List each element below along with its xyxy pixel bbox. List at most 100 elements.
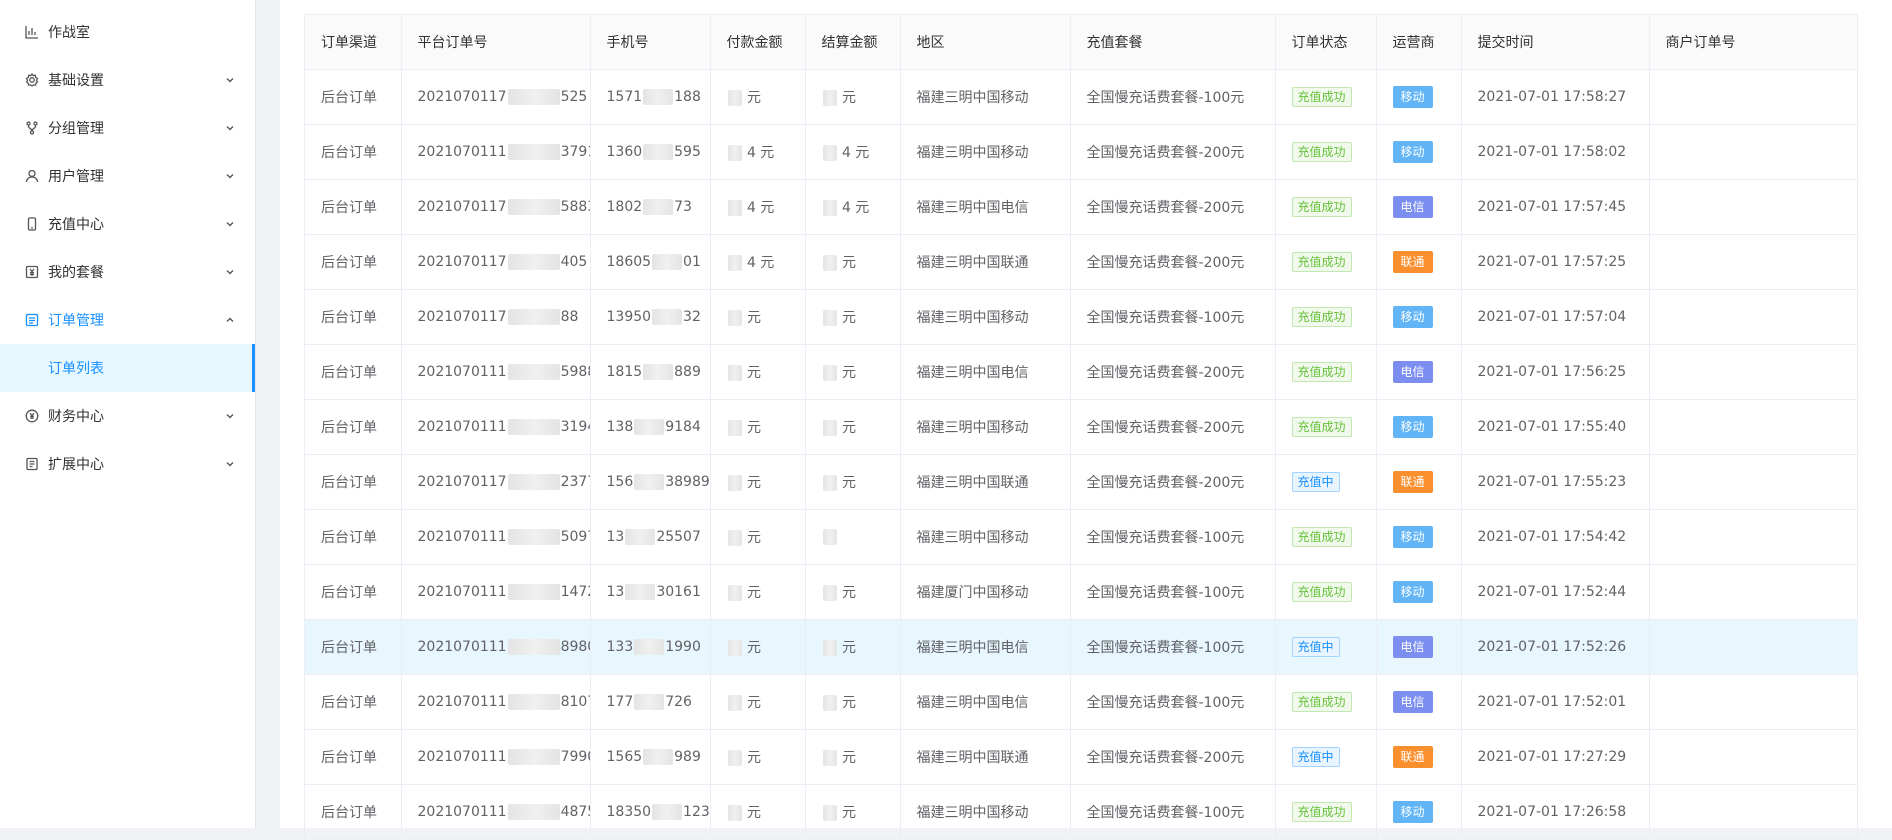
cell-region: 福建厦门中国移动 (900, 564, 1071, 620)
cell-pay-amount: 元 (710, 509, 806, 565)
channel-text: 后台订单 (321, 200, 377, 216)
sidebar-item-group-management[interactable]: 分组管理 (0, 104, 255, 152)
order-no-prefix: 2021070117 (417, 254, 507, 270)
cell-submit-time: 2021-07-01 17:57:25 (1461, 234, 1650, 290)
order-no-prefix: 2021070111 (417, 364, 507, 380)
table-row[interactable]: 后台订单 2021070117 58833 1802 73 4 元 4 元 福建三明中国电… (305, 179, 1857, 235)
sidebar-item-user-management[interactable]: 用户管理 (0, 152, 255, 200)
cell-operator: 移动 (1376, 399, 1462, 455)
table-row[interactable]: 后台订单 2021070111 4875 18350 123 元 元 福建三明中国移动 全国… (305, 784, 1857, 840)
redacted-mask (822, 255, 837, 271)
table-row[interactable]: 后台订单 2021070111 3791 1360 595 4 元 4 元 福建三明中国移… (305, 124, 1857, 180)
cell-settle-amount: 元 (805, 454, 901, 510)
cell-pay-amount: 元 (710, 784, 806, 840)
chevron-down-icon (225, 75, 235, 85)
operator-badge: 移动 (1392, 416, 1433, 438)
cell-settle-amount: 元 (805, 619, 901, 675)
redacted-mask (507, 584, 560, 600)
cell-region: 福建三明中国联通 (900, 729, 1071, 785)
submit-time-text: 2021-07-01 17:55:23 (1477, 474, 1627, 490)
plan-text: 全国慢充话费套餐-100元 (1086, 640, 1245, 656)
redacted-mask (507, 254, 560, 270)
region-text: 福建三明中国联通 (916, 750, 1029, 766)
cell-order-no: 2021070111 5097 (401, 509, 591, 565)
table-row[interactable]: 后台订单 2021070117 23771 156 38989 元 元 福建三明中国联通 全… (305, 454, 1857, 510)
user-icon (24, 168, 40, 184)
operator-badge: 移动 (1392, 801, 1433, 823)
column-header: 商户订单号 (1649, 15, 1857, 70)
cell-submit-time: 2021-07-01 17:57:45 (1461, 179, 1650, 235)
cell-status: 充值成功 (1275, 289, 1377, 345)
cell-channel: 后台订单 (305, 674, 402, 730)
order-no-prefix: 2021070111 (417, 694, 507, 710)
operator-badge: 电信 (1392, 361, 1433, 383)
pay-amount-suffix: 元 (742, 475, 761, 491)
cell-phone: 18350 123 (590, 784, 711, 840)
cell-pay-amount: 4 元 (710, 124, 806, 180)
cell-order-no: 2021070111 3194 (401, 399, 591, 455)
sidebar-item-label: 基础设置 (48, 73, 104, 89)
column-header: 提交时间 (1461, 15, 1650, 70)
sidebar-item-order-management[interactable]: 订单管理 (0, 296, 255, 344)
chevron-down-icon (225, 459, 235, 469)
cell-phone: 1802 73 (590, 179, 711, 235)
sidebar-item-war-room[interactable]: 作战室 (0, 8, 255, 56)
order-no-prefix: 2021070111 (417, 584, 507, 600)
order-no-suffix: 405 (560, 254, 588, 270)
operator-badge: 移动 (1392, 141, 1433, 163)
table-row[interactable]: 后台订单 2021070117 405 18605 01 4 元 元 福建三明中国联通 全国… (305, 234, 1857, 290)
cell-phone: 133 1990 (590, 619, 711, 675)
cell-plan: 全国慢充话费套餐-100元 (1070, 564, 1276, 620)
table-row[interactable]: 后台订单 2021070111 3194 138 9184 元 元 福建三明中国移动 全国慢… (305, 399, 1857, 455)
redacted-mask (507, 694, 560, 710)
cell-region: 福建三明中国移动 (900, 69, 1071, 125)
channel-text: 后台订单 (321, 310, 377, 326)
status-badge: 充值中 (1291, 472, 1340, 492)
sidebar-subitem-order-list[interactable]: 订单列表 (0, 344, 255, 392)
settle-amount-suffix: 元 (837, 310, 856, 326)
operator-badge: 电信 (1392, 196, 1433, 218)
settle-amount-suffix: 元 (837, 585, 856, 601)
sidebar-item-recharge-center[interactable]: 充值中心 (0, 200, 255, 248)
phone-suffix: 188 (674, 89, 701, 105)
phone-suffix: 595 (674, 144, 701, 160)
table-row[interactable]: 后台订单 2021070111 1472 13 30161 元 元 福建厦门中国移动 全国慢… (305, 564, 1857, 620)
chevron-down-icon (225, 267, 235, 277)
table-row[interactable]: 后台订单 2021070117 88 13950 32 元 元 福建三明中国移动 全国慢充话… (305, 289, 1857, 345)
sidebar-item-extension-center[interactable]: 扩展中心 (0, 440, 255, 488)
cell-region: 福建三明中国电信 (900, 674, 1071, 730)
pay-amount-suffix: 元 (742, 640, 761, 656)
channel-text: 后台订单 (321, 255, 377, 271)
table-row[interactable]: 后台订单 2021070111 5097 13 25507 元 福建三明中国移动 全国慢充… (305, 509, 1857, 565)
cell-channel: 后台订单 (305, 784, 402, 840)
cell-submit-time: 2021-07-01 17:57:04 (1461, 289, 1650, 345)
phone-prefix: 13 (606, 529, 625, 545)
table-row[interactable]: 后台订单 2021070117 525 1571 188 元 元 福建三明中国移动 全国慢充… (305, 69, 1857, 125)
order-no-prefix: 2021070111 (417, 804, 507, 820)
table-row[interactable]: 后台订单 2021070111 8980 133 1990 元 元 福建三明中国电信 全国慢… (305, 619, 1857, 675)
sidebar-item-basic-settings[interactable]: 基础设置 (0, 56, 255, 104)
plan-text: 全国慢充话费套餐-200元 (1086, 200, 1245, 216)
pay-amount-suffix: 元 (742, 805, 761, 821)
cell-status: 充值成功 (1275, 674, 1377, 730)
table-row[interactable]: 后台订单 2021070111 5988 1815 889 元 元 福建三明中国电信 全国慢… (305, 344, 1857, 400)
region-text: 福建三明中国移动 (916, 420, 1029, 436)
settle-amount-suffix: 元 (837, 750, 856, 766)
redacted-mask (822, 365, 837, 381)
redacted-mask (822, 695, 837, 711)
redacted-mask (643, 144, 674, 160)
region-text: 福建三明中国移动 (916, 90, 1029, 106)
cell-operator: 移动 (1376, 509, 1462, 565)
cell-merchant-order-no (1649, 619, 1857, 675)
sidebar-item-finance-center[interactable]: 财务中心 (0, 392, 255, 440)
table-row[interactable]: 后台订单 2021070111 8107 177 726 元 元 福建三明中国电信 全国慢充… (305, 674, 1857, 730)
redacted-mask (507, 309, 560, 325)
cell-channel: 后台订单 (305, 564, 402, 620)
redacted-mask (727, 255, 742, 271)
table-row[interactable]: 后台订单 2021070111 7990 1565 989 元 元 福建三明中国联通 全国慢… (305, 729, 1857, 785)
region-text: 福建厦门中国移动 (916, 585, 1029, 601)
redacted-mask (625, 584, 656, 600)
sidebar-item-my-plans[interactable]: 我的套餐 (0, 248, 255, 296)
cell-merchant-order-no (1649, 234, 1857, 290)
cell-order-no: 2021070111 7990 (401, 729, 591, 785)
